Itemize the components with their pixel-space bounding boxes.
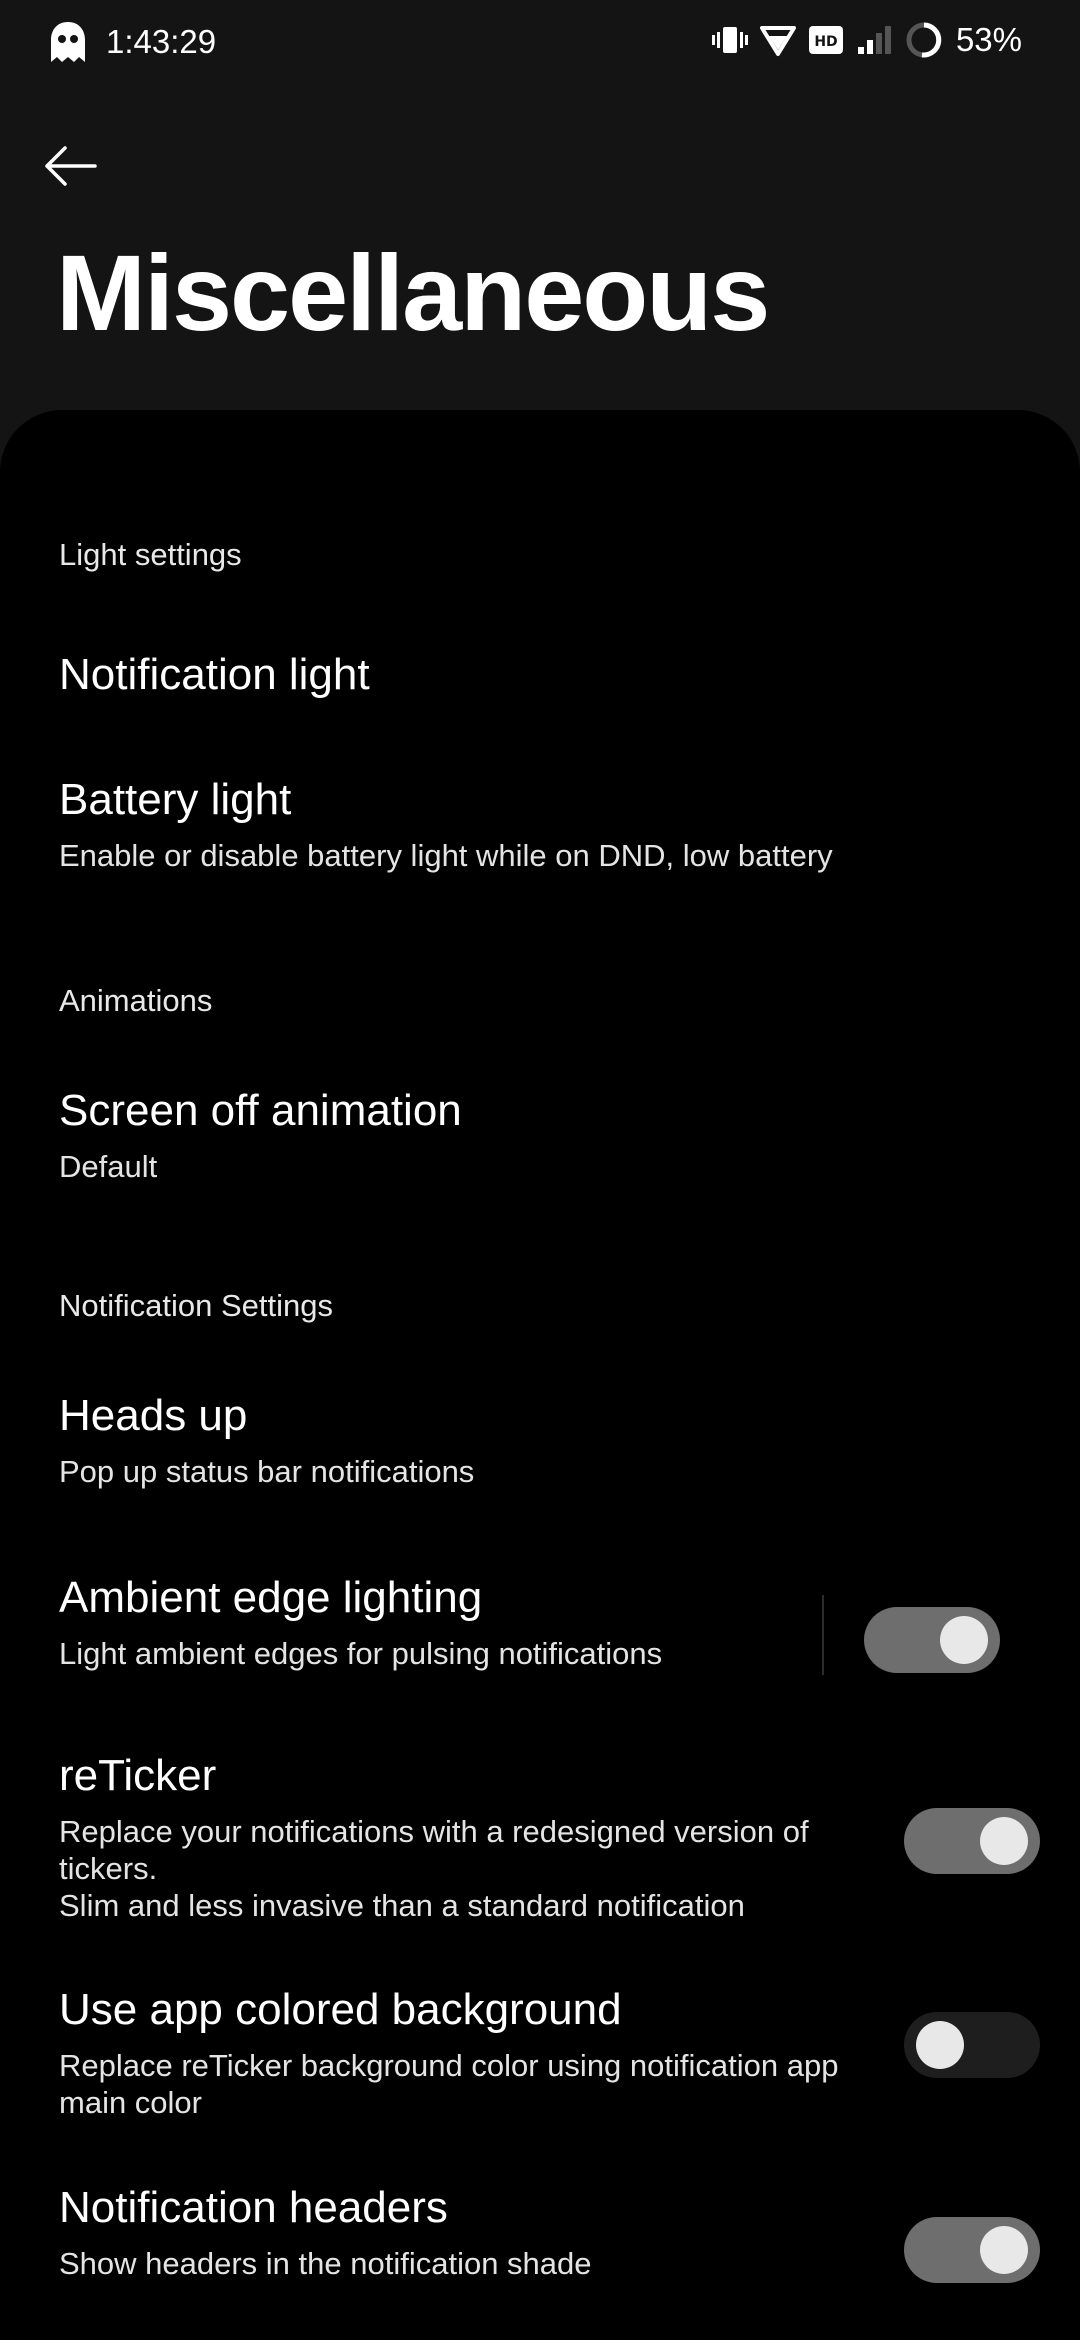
reticker-toggle[interactable] — [904, 1808, 1040, 1874]
pref-heads-up[interactable]: Heads up Pop up status bar notifications — [0, 1375, 1080, 1525]
pref-summary: Show headers in the notification shade — [59, 2246, 592, 2281]
svg-text:HD: HD — [814, 34, 837, 50]
pref-notification-light[interactable]: Notification light — [0, 630, 1080, 740]
pref-reticker[interactable]: reTicker Replace your notifications with… — [0, 1740, 1080, 1940]
pref-summary-line2: main color — [59, 2085, 202, 2120]
pref-title: reTicker — [59, 1751, 217, 1800]
page-title: Miscellaneous — [56, 232, 770, 353]
category-light-settings: Light settings — [59, 537, 242, 572]
toggle-knob — [980, 1817, 1028, 1865]
pref-summary: Pop up status bar notifications — [59, 1454, 475, 1489]
pref-title: Ambient edge lighting — [59, 1573, 483, 1622]
category-animations: Animations — [59, 983, 213, 1018]
header-area: 1:43:29 HD 53% Miscellaneous — [0, 0, 1080, 480]
settings-screen: 1:43:29 HD 53% Miscellaneous Light setti… — [0, 0, 1080, 2340]
app-colored-background-toggle[interactable] — [904, 2012, 1040, 2078]
wifi-icon — [759, 20, 796, 60]
pref-title: Notification light — [59, 650, 370, 699]
pref-summary: Light ambient edges for pulsing notifica… — [59, 1636, 663, 1671]
ghost-icon — [48, 20, 88, 64]
pref-title: Battery light — [59, 775, 292, 824]
toggle-knob — [916, 2021, 964, 2069]
hd-icon: HD — [808, 20, 844, 60]
pref-summary: Default — [59, 1149, 158, 1184]
pref-title: Heads up — [59, 1391, 248, 1440]
vibrate-icon — [711, 20, 748, 60]
pref-summary-line1: Replace your notifications with a redesi… — [59, 1814, 809, 1849]
arrow-left-icon — [45, 146, 97, 186]
pref-title: Screen off animation — [59, 1086, 462, 1135]
status-bar-right: HD 53% — [711, 20, 1022, 60]
battery-icon — [904, 20, 942, 60]
status-bar: 1:43:29 HD 53% — [0, 0, 1080, 86]
status-time: 1:43:29 — [106, 23, 217, 60]
back-button[interactable] — [36, 136, 104, 196]
pref-battery-light[interactable]: Battery light Enable or disable battery … — [0, 760, 1080, 910]
pref-summary-line1: Replace reTicker background color using … — [59, 2048, 839, 2083]
pref-notification-headers[interactable]: Notification headers Show headers in the… — [0, 2170, 1080, 2320]
cell-signal-icon — [856, 20, 892, 60]
pref-summary: Enable or disable battery light while on… — [59, 838, 833, 873]
category-notification-settings: Notification Settings — [59, 1288, 333, 1323]
pref-screen-off-animation[interactable]: Screen off animation Default — [0, 1070, 1080, 1220]
pref-ambient-edge-lighting[interactable]: Ambient edge lighting Light ambient edge… — [0, 1560, 1080, 1710]
preferences-list: Light settings Notification light Batter… — [0, 410, 1080, 2340]
pref-title: Use app colored background — [59, 1985, 622, 2034]
toggle-knob — [940, 1616, 988, 1664]
divider — [822, 1595, 824, 1675]
pref-summary-line2: tickers. — [59, 1851, 158, 1886]
status-bar-left: 1:43:29 — [48, 20, 216, 64]
toggle-knob — [980, 2226, 1028, 2274]
pref-summary-line3: Slim and less invasive than a standard n… — [59, 1888, 745, 1923]
ambient-edge-lighting-toggle[interactable] — [864, 1607, 1000, 1673]
pref-use-app-colored-background[interactable]: Use app colored background Replace reTic… — [0, 1970, 1080, 2140]
pref-title: Notification headers — [59, 2183, 448, 2232]
battery-percent: 53% — [955, 21, 1022, 58]
notification-headers-toggle[interactable] — [904, 2217, 1040, 2283]
